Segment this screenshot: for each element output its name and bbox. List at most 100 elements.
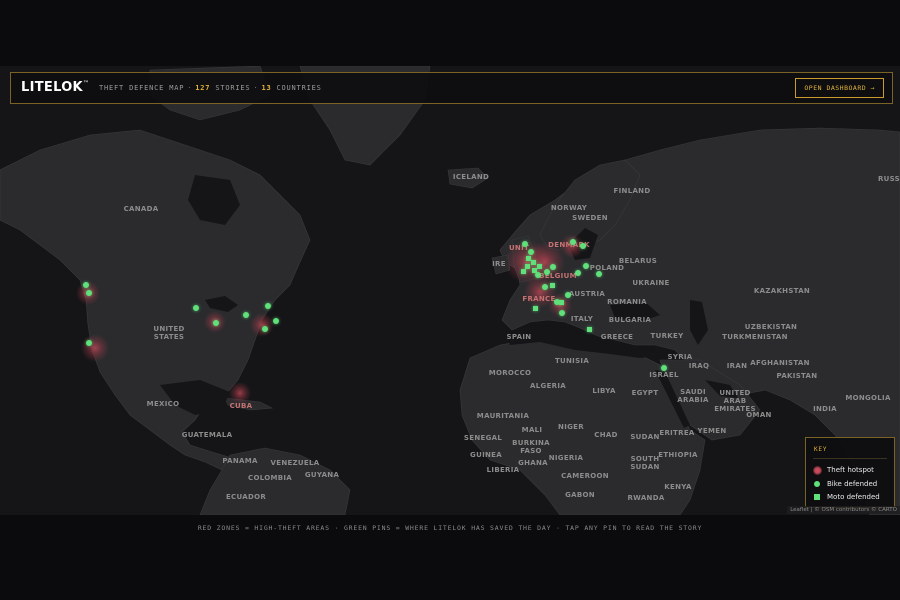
map-label-romania: ROMANIA [607, 298, 647, 306]
bike-pin[interactable] [575, 270, 581, 276]
map-label-panama: PANAMA [222, 457, 258, 465]
map-label-cameroon: CAMEROON [561, 472, 609, 480]
map-label-libya: LIBYA [592, 387, 616, 395]
moto-pin[interactable] [536, 263, 542, 269]
map-label-mongolia: MONGOLIA [845, 394, 891, 402]
map-label-pakistan: PAKISTAN [776, 372, 818, 380]
map-label-egypt: EGYPT [631, 389, 659, 397]
key-row-bike-defended: Bike defended [814, 480, 877, 488]
map-label-yemen: YEMEN [697, 427, 727, 435]
bike-pin[interactable] [661, 365, 667, 371]
bike-pin[interactable] [273, 318, 279, 324]
bike-pin[interactable] [596, 271, 602, 277]
bike-pin[interactable] [213, 320, 219, 326]
key-title: KEY [814, 446, 828, 453]
moto-pin[interactable] [586, 326, 592, 332]
bike-pin[interactable] [243, 312, 249, 318]
map-label-iraq: IRAQ [688, 362, 710, 370]
map-label-chad: CHAD [594, 431, 618, 439]
header-bar: LITELOK™ THEFT DEFENCE MAP · 127 STORIES · 1… [10, 72, 893, 104]
map-label-norway: NORWAY [550, 204, 588, 212]
map-label-ethiopia: ETHIOPIA [658, 451, 698, 459]
bike-pin[interactable] [544, 269, 550, 275]
bike-pin[interactable] [265, 303, 271, 309]
map-label-uzbekistan: UZBEKISTAN [744, 323, 798, 331]
map-label-niger: NIGER [558, 423, 584, 431]
map-label-russ: RUSS [877, 175, 900, 183]
moto-pin[interactable] [549, 282, 555, 288]
map-label-india: INDIA [813, 405, 837, 413]
map-label-poland: POLAND [589, 264, 625, 272]
map-label-afghanistan: AFGHANISTAN [750, 359, 810, 367]
map-label-greece: GREECE [600, 333, 634, 341]
top-band [0, 0, 900, 66]
map-label-spain: SPAIN [506, 333, 532, 341]
map-label-usa: UNITED STATES [153, 325, 185, 341]
bike-pin[interactable] [262, 326, 268, 332]
map-label-kazakhstan: KAZAKHSTAN [753, 287, 811, 295]
bike-pin[interactable] [583, 263, 589, 269]
hotspot-miami [229, 382, 251, 404]
hotspot-nyc [250, 313, 274, 337]
bike-pin[interactable] [535, 272, 541, 278]
map-label-gabon: GABON [565, 491, 595, 499]
map-subtitle: THEFT DEFENCE MAP · 127 STORIES · 13 COUNTRI… [99, 84, 322, 92]
map-label-tunisia: TUNISIA [554, 357, 590, 365]
bike-pin[interactable] [86, 340, 92, 346]
map-label-ssudan: SOUTH SUDAN [630, 455, 660, 471]
key-row-moto-defended: Moto defended [814, 493, 880, 501]
map-label-ukraine: UKRAINE [632, 279, 670, 287]
bike-pin[interactable] [570, 239, 576, 245]
map-label-turkmenistan: TURKMENISTAN [722, 333, 788, 341]
map-label-turkey: TURKEY [650, 332, 684, 340]
map-label-ireland: IRE [492, 260, 506, 268]
moto-pin[interactable] [520, 268, 526, 274]
map-label-guatemala: GUATEMALA [181, 431, 233, 439]
bike-pin[interactable] [86, 290, 92, 296]
map-label-iran: IRAN [726, 362, 748, 370]
map-label-ghana: GHANA [518, 459, 548, 467]
bike-pin[interactable] [528, 249, 534, 255]
key-divider [813, 458, 887, 459]
logo[interactable]: LITELOK™ [21, 80, 89, 95]
map-label-austria: AUSTRIA [568, 290, 606, 298]
map-label-kenya: KENYA [664, 483, 692, 491]
bike-pin[interactable] [550, 264, 556, 270]
countries-count: 13 [261, 84, 272, 92]
map-label-liberia: LIBERIA [486, 466, 520, 474]
map-label-nigeria: NIGERIA [548, 454, 584, 462]
map-label-bulgaria: BULGARIA [608, 316, 652, 324]
bike-pin[interactable] [522, 241, 528, 247]
bike-pin[interactable] [83, 282, 89, 288]
open-dashboard-button[interactable]: OPEN DASHBOARD → [795, 78, 884, 98]
bike-pin[interactable] [542, 284, 548, 290]
map-label-syria: SYRIA [667, 353, 693, 361]
bike-pin[interactable] [559, 310, 565, 316]
map-label-iceland: ICELAND [452, 173, 490, 181]
map-label-belarus: BELARUS [618, 257, 658, 265]
map-label-cuba: CUBA [229, 402, 253, 410]
hotspot-la [81, 334, 109, 362]
bike-pin[interactable] [580, 243, 586, 249]
bike-pin[interactable] [193, 305, 199, 311]
map-label-rwanda: RWANDA [627, 494, 665, 502]
map-label-oman: OMAN [746, 411, 772, 419]
map-attribution[interactable]: Leaflet | © OSM contributors © CARTO [787, 506, 900, 514]
map-label-colombia: COLOMBIA [248, 474, 292, 482]
map-key: KEY Theft hotspot Bike defended Moto def… [805, 437, 895, 508]
moto-pin[interactable] [530, 259, 536, 265]
map-label-sweden: SWEDEN [572, 214, 608, 222]
moto-pin[interactable] [532, 305, 538, 311]
map-label-canada: CANADA [123, 205, 159, 213]
bike-pin[interactable] [565, 292, 571, 298]
map-label-morocco: MOROCCO [488, 369, 532, 377]
stories-count: 127 [195, 84, 211, 92]
map-label-mauritania: MAURITANIA [476, 412, 530, 420]
map-label-italy: ITALY [570, 315, 594, 323]
moto-swatch-icon [814, 494, 820, 500]
map-label-guyana: GUYANA [304, 471, 340, 479]
map-label-saudi: SAUDI ARABIA [677, 388, 709, 404]
moto-pin[interactable] [558, 299, 564, 305]
map-label-mali: MALI [521, 426, 543, 434]
key-row-theft-hotspot: Theft hotspot [813, 466, 874, 475]
